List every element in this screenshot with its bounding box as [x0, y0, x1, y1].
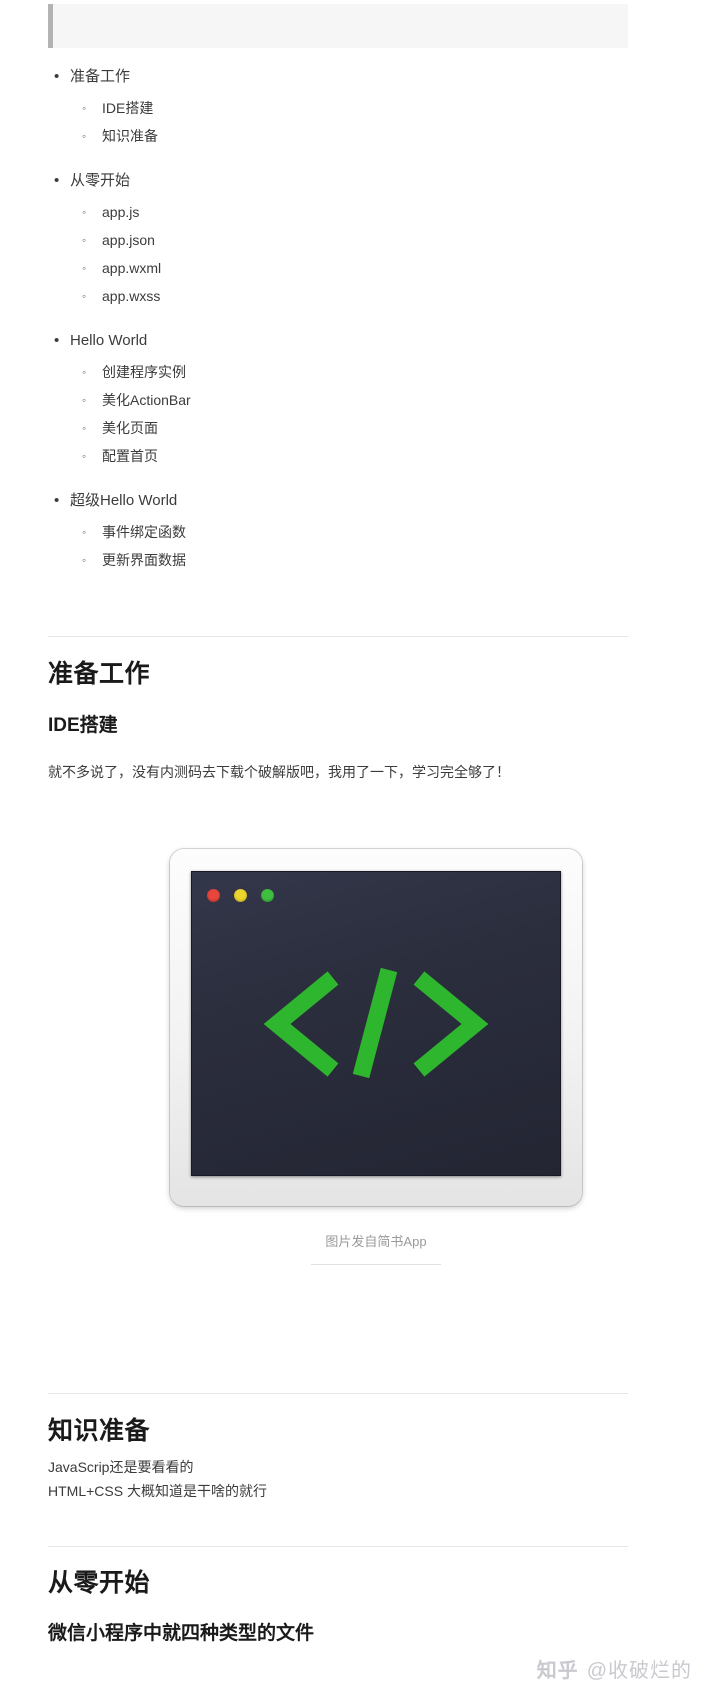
heading-start: 从零开始	[48, 1569, 151, 1597]
watermark: 知乎 @收破烂的	[537, 1661, 692, 1681]
heading-prep: 准备工作	[48, 660, 151, 688]
bullet-circle-icon: ◦	[82, 261, 87, 275]
toc-subitem-update-ui-data[interactable]: ◦ 更新界面数据	[48, 546, 628, 574]
toc-sublist: ◦ 事件绑定函数 ◦ 更新界面数据	[48, 518, 628, 574]
window-controls	[207, 889, 274, 902]
toc-sublist: ◦ IDE搭建 ◦ 知识准备	[48, 94, 628, 150]
toc-sublist: ◦ app.js ◦ app.json ◦ app.wxml ◦ app.wxs…	[48, 198, 628, 310]
bullet-circle-icon: ◦	[82, 365, 87, 379]
bullet-circle-icon: ◦	[82, 553, 87, 567]
section-divider	[48, 636, 628, 637]
toc-item-helloworld[interactable]: • Hello World	[48, 326, 628, 356]
toc-subitem-knowledge[interactable]: ◦ 知识准备	[48, 122, 628, 150]
code-brackets-icon	[191, 963, 561, 1083]
toc-item-label: 从零开始	[70, 172, 131, 189]
bullet-disc-icon: •	[54, 68, 60, 85]
bullet-circle-icon: ◦	[82, 393, 87, 407]
toc-subitem-create-instance[interactable]: ◦ 创建程序实例	[48, 358, 628, 386]
toc-item-label: Hello World	[70, 332, 148, 349]
bullet-circle-icon: ◦	[82, 525, 87, 539]
article-page: • 准备工作 ◦ IDE搭建 ◦ 知识准备 • 从零开始 ◦ app.js ◦ …	[0, 0, 714, 1703]
table-of-contents: • 准备工作 ◦ IDE搭建 ◦ 知识准备 • 从零开始 ◦ app.js ◦ …	[48, 62, 628, 574]
toc-group: • 从零开始 ◦ app.js ◦ app.json ◦ app.wxml ◦	[48, 166, 628, 310]
bullet-circle-icon: ◦	[82, 101, 87, 115]
toc-subitem-label: 知识准备	[102, 128, 158, 144]
bullet-circle-icon: ◦	[82, 233, 87, 247]
minimize-dot-icon[interactable]	[234, 889, 247, 902]
bullet-disc-icon: •	[54, 172, 60, 189]
bullet-circle-icon: ◦	[82, 129, 87, 143]
caption-underline	[311, 1264, 441, 1265]
toc-subitem-label: 创建程序实例	[102, 364, 186, 380]
toc-item-start[interactable]: • 从零开始	[48, 166, 628, 196]
toc-item-label: 准备工作	[70, 68, 131, 85]
device-frame	[170, 849, 582, 1206]
paragraph-knowledge: JavaScrip还是要看看的 HTML+CSS 大概知道是干啥的就行	[48, 1455, 648, 1503]
blockquote	[48, 4, 628, 48]
bullet-circle-icon: ◦	[82, 449, 87, 463]
heading-filetypes: 微信小程序中就四种类型的文件	[48, 1623, 315, 1644]
bullet-circle-icon: ◦	[82, 205, 87, 219]
heading-ide: IDE搭建	[48, 715, 118, 736]
toc-group: • 超级Hello World ◦ 事件绑定函数 ◦ 更新界面数据	[48, 486, 628, 574]
heading-knowledge: 知识准备	[48, 1417, 151, 1445]
toc-item-prep[interactable]: • 准备工作	[48, 62, 628, 92]
toc-sublist: ◦ 创建程序实例 ◦ 美化ActionBar ◦ 美化页面 ◦ 配置首页	[48, 358, 628, 470]
device-screen	[191, 871, 561, 1176]
toc-subitem-config-home[interactable]: ◦ 配置首页	[48, 442, 628, 470]
toc-subitem-label: app.wxss	[102, 288, 161, 304]
toc-subitem-label: 配置首页	[102, 448, 158, 464]
toc-subitem-label: 事件绑定函数	[102, 524, 186, 540]
toc-subitem-appwxss[interactable]: ◦ app.wxss	[48, 282, 628, 310]
knowledge-line-1: JavaScrip还是要看看的	[48, 1459, 194, 1475]
toc-subitem-label: 美化ActionBar	[102, 392, 191, 408]
toc-subitem-label: app.js	[102, 204, 140, 220]
toc-subitem-label: 美化页面	[102, 420, 158, 436]
maximize-dot-icon[interactable]	[261, 889, 274, 902]
toc-item-label: 超级Hello World	[70, 492, 178, 509]
bullet-disc-icon: •	[54, 492, 60, 509]
watermark-handle: @收破烂的	[586, 1660, 692, 1682]
section-divider	[48, 1393, 628, 1394]
section-divider	[48, 1546, 628, 1547]
toc-subitem-label: 更新界面数据	[102, 552, 186, 568]
paragraph-ide: 就不多说了，没有内测码去下载个破解版吧，我用了一下，学习完全够了！	[48, 764, 510, 780]
toc-group: • Hello World ◦ 创建程序实例 ◦ 美化ActionBar ◦ 美…	[48, 326, 628, 470]
toc-item-super-helloworld[interactable]: • 超级Hello World	[48, 486, 628, 516]
watermark-logo: 知乎	[536, 1660, 579, 1682]
bullet-circle-icon: ◦	[82, 289, 87, 303]
toc-subitem-event-binding[interactable]: ◦ 事件绑定函数	[48, 518, 628, 546]
toc-group: • 准备工作 ◦ IDE搭建 ◦ 知识准备	[48, 62, 628, 150]
bullet-disc-icon: •	[54, 332, 60, 349]
toc-subitem-label: app.json	[102, 232, 155, 248]
figure-caption: 图片发自简书App	[170, 1232, 582, 1265]
toc-subitem-style-page[interactable]: ◦ 美化页面	[48, 414, 628, 442]
toc-subitem-style-actionbar[interactable]: ◦ 美化ActionBar	[48, 386, 628, 414]
toc-subitem-label: app.wxml	[102, 260, 162, 276]
figure-ide-screenshot: 图片发自简书App	[170, 849, 582, 1265]
figure-caption-text: 图片发自简书App	[325, 1234, 427, 1249]
bullet-circle-icon: ◦	[82, 421, 87, 435]
toc-subitem-label: IDE搭建	[102, 100, 154, 116]
toc-subitem-appjs[interactable]: ◦ app.js	[48, 198, 628, 226]
knowledge-line-2: HTML+CSS 大概知道是干啥的就行	[48, 1483, 267, 1499]
close-dot-icon[interactable]	[207, 889, 220, 902]
toc-subitem-appwxml[interactable]: ◦ app.wxml	[48, 254, 628, 282]
toc-subitem-ide[interactable]: ◦ IDE搭建	[48, 94, 628, 122]
toc-subitem-appjson[interactable]: ◦ app.json	[48, 226, 628, 254]
